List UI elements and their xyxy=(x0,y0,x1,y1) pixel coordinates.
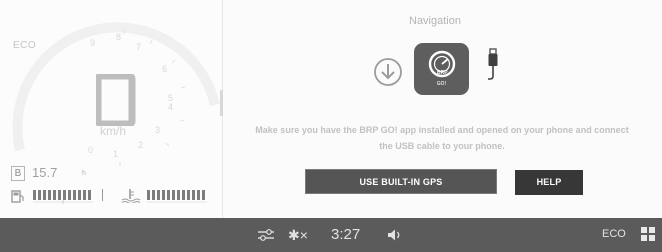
coolant-temp-icon xyxy=(121,189,141,203)
brp-speedometer-logo: BRP xyxy=(428,50,456,78)
settings-sliders-icon[interactable] xyxy=(257,229,275,241)
speed-unit: km/h xyxy=(100,124,127,138)
ride-mode-label: ECO xyxy=(13,40,37,51)
bluetooth-off-icon: ✱× xyxy=(288,227,308,243)
status-ride-mode: ECO xyxy=(602,228,626,240)
download-icon xyxy=(374,58,402,86)
svg-text:2: 2 xyxy=(138,140,143,150)
range-value: 15.7 xyxy=(32,165,58,180)
clock: 3:27 xyxy=(331,226,361,243)
svg-text:9: 9 xyxy=(90,38,95,48)
grid-menu-icon[interactable] xyxy=(641,227,655,241)
svg-text:6: 6 xyxy=(162,64,167,74)
speed-digit xyxy=(96,74,136,126)
instrument-cluster: 987 654 321 0 ECO km/h B 15.7 h xyxy=(0,0,223,218)
volume-icon[interactable] xyxy=(387,228,403,242)
temperature-gauge-bars xyxy=(147,190,207,203)
main-screen: 987 654 321 0 ECO km/h B 15.7 h Navigati… xyxy=(0,0,662,218)
svg-text:0: 0 xyxy=(88,145,93,155)
usb-cable-icon xyxy=(488,48,498,80)
fuel-gauge-bars xyxy=(33,190,93,204)
use-built-in-gps-button[interactable]: USE BUILT-IN GPS xyxy=(305,169,497,194)
svg-text:BRP: BRP xyxy=(437,70,448,76)
instruction-message: Make sure you have the BRP GO! app insta… xyxy=(255,125,629,151)
svg-text:1: 1 xyxy=(113,149,118,159)
gauge-divider xyxy=(102,189,103,201)
brp-go-app-icon: BRP GO! xyxy=(414,43,469,95)
svg-text:7: 7 xyxy=(136,42,141,52)
range-unit: h xyxy=(82,170,86,177)
help-button[interactable]: HELP xyxy=(515,170,583,195)
brp-app-label: GO! xyxy=(436,81,447,87)
svg-text:3: 3 xyxy=(155,125,160,135)
svg-text:8: 8 xyxy=(116,32,121,42)
svg-text:4: 4 xyxy=(168,102,173,112)
panel-title: Navigation xyxy=(409,15,461,27)
panel-drag-handle[interactable] xyxy=(220,90,223,116)
fuel-icon xyxy=(11,190,24,203)
gear-indicator: B xyxy=(11,166,25,181)
status-bar: ✱× 3:27 ECO xyxy=(0,218,662,252)
